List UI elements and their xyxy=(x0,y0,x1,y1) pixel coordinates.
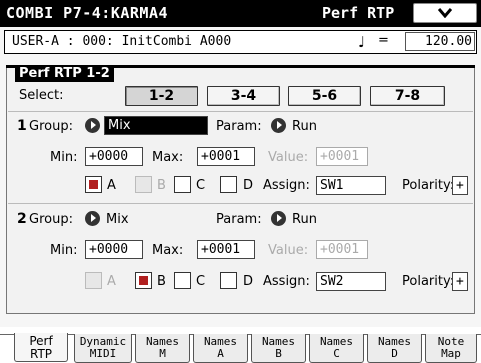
page-menu-button[interactable] xyxy=(413,3,477,23)
checkbox-b xyxy=(135,176,152,193)
assign-label: Assign: xyxy=(263,178,310,193)
divider xyxy=(8,203,473,204)
polarity-field[interactable]: + xyxy=(452,176,468,195)
polarity-label: Polarity: xyxy=(402,178,455,193)
assign-field[interactable]: SW2 xyxy=(316,272,386,291)
value-label: Value: xyxy=(268,150,309,165)
tab-label-line2: D xyxy=(391,347,398,360)
tab-names-b[interactable]: Names B xyxy=(251,334,306,363)
tempo-field[interactable]: 120.00 xyxy=(405,32,475,51)
assign-label: Assign: xyxy=(263,274,310,289)
tab-label-line2: Map xyxy=(441,347,461,360)
select-label: Select: xyxy=(19,88,64,103)
divider xyxy=(8,111,473,112)
tab-label-line2: MIDI xyxy=(89,347,117,360)
checkbox-c[interactable] xyxy=(174,272,191,289)
select-button-1-2[interactable]: 1-2 xyxy=(125,86,198,106)
group-value[interactable]: Mix xyxy=(106,212,129,227)
value-field: +0001 xyxy=(316,240,368,259)
checkbox-b[interactable] xyxy=(135,272,152,289)
checkbox-a xyxy=(85,272,102,289)
rtp-row-number: 1 xyxy=(17,118,27,134)
param-popup-arrow-icon[interactable] xyxy=(271,211,286,226)
tempo-equals: = xyxy=(378,33,389,48)
program-info-bar: USER-A : 000: InitCombi A000 ♩ = 120.00 xyxy=(4,30,477,54)
polarity-field[interactable]: + xyxy=(452,272,468,291)
max-value-field[interactable]: +0001 xyxy=(197,240,255,259)
tab-names-d[interactable]: Names D xyxy=(367,334,422,363)
checkbox-d[interactable] xyxy=(220,176,237,193)
tab-dynamic-midi[interactable]: Dynamic MIDI xyxy=(74,334,132,363)
checkbox-b-label: B xyxy=(157,178,166,193)
param-label: Param: xyxy=(216,212,262,227)
checkbox-a-label: A xyxy=(107,274,116,289)
checkbox-c-label: C xyxy=(196,274,206,289)
value-label: Value: xyxy=(268,243,309,258)
tab-note-map[interactable]: Note Map xyxy=(425,334,477,363)
tab-label-line2: C xyxy=(333,347,340,360)
group-label: Group: xyxy=(29,212,73,227)
group-label: Group: xyxy=(29,119,73,134)
select-button-7-8[interactable]: 7-8 xyxy=(370,86,445,106)
checkbox-c-label: C xyxy=(196,178,206,193)
max-label: Max: xyxy=(152,150,184,165)
checkbox-a[interactable] xyxy=(85,176,102,193)
polarity-label: Polarity: xyxy=(402,274,455,289)
checkbox-d[interactable] xyxy=(220,272,237,289)
program-name: USER-A : 000: InitCombi A000 xyxy=(12,34,232,49)
tab-names-m[interactable]: Names M xyxy=(135,334,190,363)
select-button-3-4[interactable]: 3-4 xyxy=(207,86,280,106)
param-popup-arrow-icon[interactable] xyxy=(271,118,286,133)
title-bar: COMBI P7-4:KARMA4 Perf RTP xyxy=(0,0,481,27)
checkbox-d-label: D xyxy=(243,178,254,193)
group-popup-arrow-icon[interactable] xyxy=(85,211,100,226)
checkbox-c[interactable] xyxy=(174,176,191,193)
checkbox-d-label: D xyxy=(243,274,254,289)
max-label: Max: xyxy=(152,243,184,258)
min-label: Min: xyxy=(50,150,78,165)
checkbox-b-label: B xyxy=(157,274,166,289)
param-value[interactable]: Run xyxy=(292,119,317,134)
tab-label-line2: B xyxy=(275,347,282,360)
checkbox-a-label: A xyxy=(107,178,116,193)
tab-label-line2: A xyxy=(217,347,224,360)
min-label: Min: xyxy=(50,243,78,258)
max-value-field[interactable]: +0001 xyxy=(197,147,255,166)
tab-label-line2: M xyxy=(159,347,166,360)
tab-perf-rtp[interactable]: Perf RTP xyxy=(14,333,68,362)
quarter-note-icon: ♩ xyxy=(358,33,366,51)
select-button-5-6[interactable]: 5-6 xyxy=(288,86,361,106)
min-value-field[interactable]: +0000 xyxy=(85,147,143,166)
min-value-field[interactable]: +0000 xyxy=(85,240,143,259)
mode-label: Perf RTP xyxy=(322,4,395,22)
panel-title: Perf RTP 1-2 xyxy=(15,65,114,82)
page-title: COMBI P7-4:KARMA4 xyxy=(6,4,169,22)
tab-names-c[interactable]: Names C xyxy=(309,334,364,363)
group-popup-arrow-icon[interactable] xyxy=(85,118,100,133)
group-value-field[interactable]: Mix xyxy=(104,116,208,135)
value-field: +0001 xyxy=(316,147,368,166)
param-value[interactable]: Run xyxy=(292,212,317,227)
rtp-row-number: 2 xyxy=(17,211,27,227)
assign-field[interactable]: SW1 xyxy=(316,176,386,195)
tab-label-line2: RTP xyxy=(29,347,53,361)
chevron-down-icon xyxy=(438,8,452,18)
param-label: Param: xyxy=(216,119,262,134)
tab-names-a[interactable]: Names A xyxy=(193,334,248,363)
